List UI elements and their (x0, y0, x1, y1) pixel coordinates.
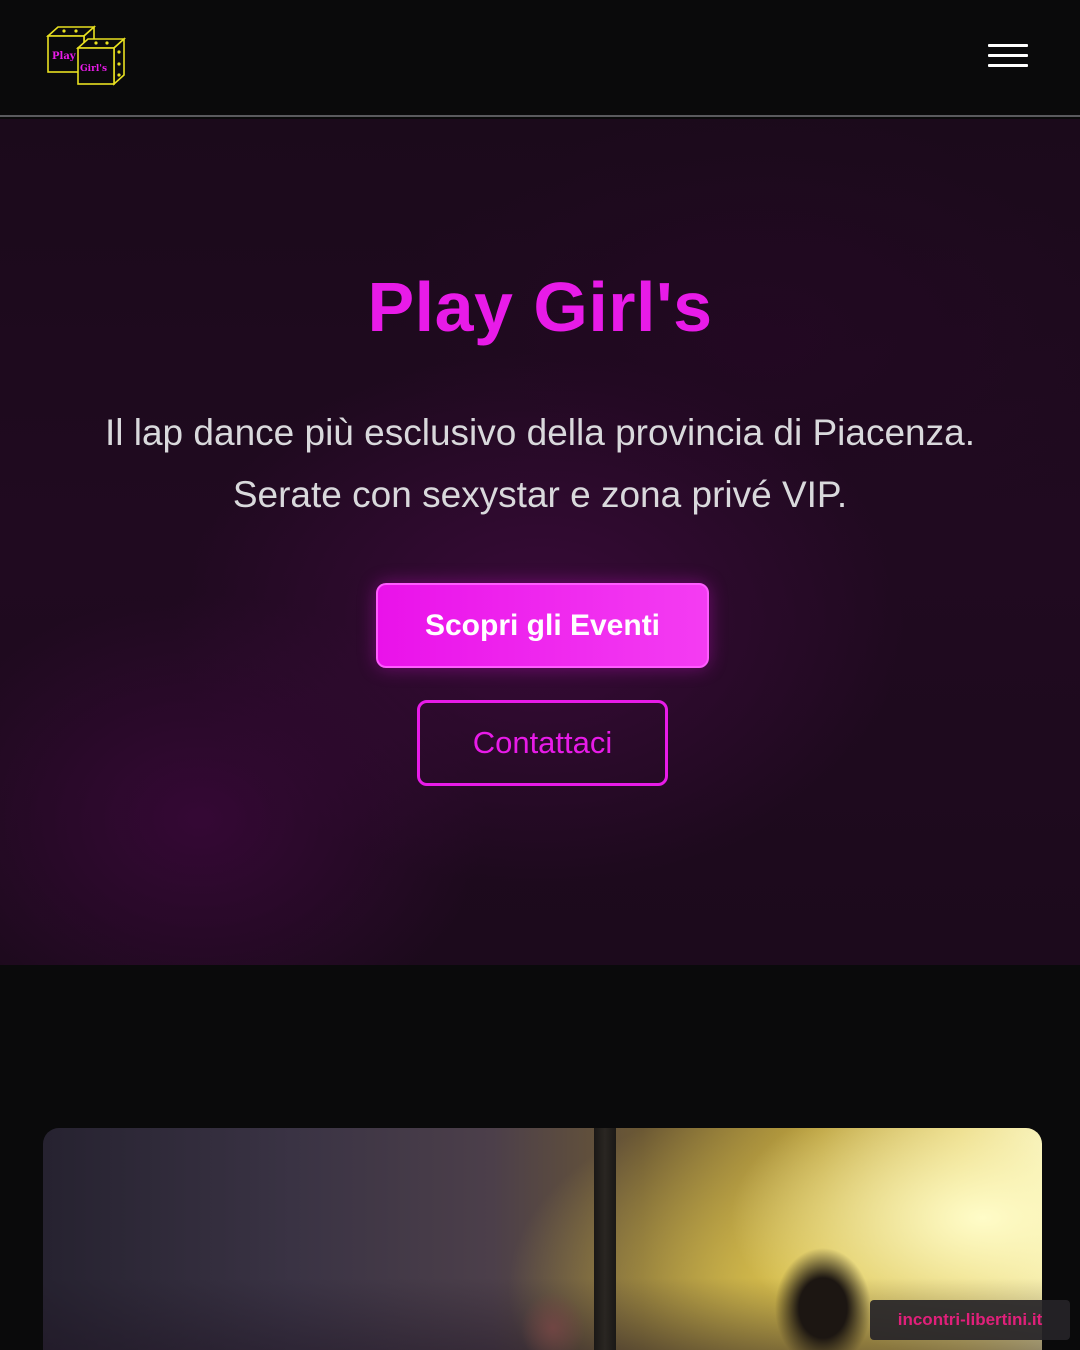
hero-subtitle-line1: Il lap dance più esclusivo della provinc… (104, 412, 975, 453)
contact-button[interactable]: Contattaci (417, 700, 668, 786)
menu-line (988, 44, 1028, 47)
logo[interactable]: Play Girl's (44, 22, 128, 86)
hero-subtitle-line2: Serate con sexystar e zona privé VIP. (232, 474, 848, 515)
hamburger-menu-icon[interactable] (984, 40, 1032, 74)
menu-line (988, 54, 1028, 57)
dice-logo-icon: Play Girl's (45, 25, 127, 86)
hero-subtitle: Il lap dance più esclusivo della provinc… (40, 402, 1040, 526)
logo-text-girls: Girl's (80, 64, 107, 74)
page: Play Girl's Play Girl's Il lap dance più… (0, 0, 1080, 1350)
watermark: incontri-libertini.it (870, 1300, 1070, 1340)
dance-pole (594, 1128, 616, 1350)
menu-line (988, 64, 1028, 67)
discover-events-button[interactable]: Scopri gli Eventi (376, 583, 709, 668)
photo-figure (763, 1233, 883, 1350)
site-header: Play Girl's (0, 0, 1080, 117)
photo-figure (513, 1278, 593, 1350)
hero-section: Play Girl's Il lap dance più esclusivo d… (0, 119, 1080, 965)
hero-title: Play Girl's (367, 268, 713, 346)
logo-text-play: Play (52, 51, 77, 62)
